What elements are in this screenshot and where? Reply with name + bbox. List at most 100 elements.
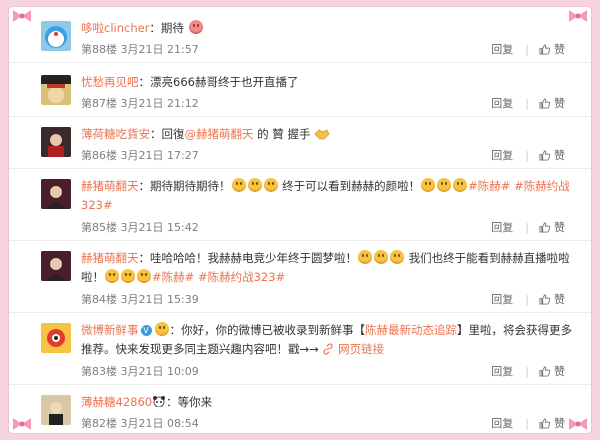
action-divider: |	[525, 416, 529, 430]
avatar[interactable]	[41, 323, 71, 353]
comment-username[interactable]: 薄赫糖42860	[81, 395, 152, 409]
avatar[interactable]	[41, 21, 71, 51]
emoji-icon	[390, 250, 404, 264]
thumbs-up-icon[interactable]	[539, 417, 550, 429]
action-divider: |	[525, 96, 529, 110]
hashtag-link[interactable]: 323#	[81, 198, 113, 212]
emoji-icon	[154, 322, 169, 336]
comment-floor: 第85楼	[81, 221, 117, 234]
avatar[interactable]	[41, 75, 71, 105]
reply-button[interactable]: 回复	[491, 291, 513, 307]
reply-button[interactable]: 回复	[491, 363, 513, 379]
comment-floor: 第84楼	[81, 293, 117, 306]
comment-text: 期待	[160, 21, 184, 35]
emoji-icon	[437, 178, 452, 192]
emoji-icon	[121, 269, 135, 283]
thumbs-up-icon[interactable]	[539, 149, 550, 161]
like-button[interactable]: 赞	[554, 291, 565, 307]
comment-time: 3月21日 15:39	[120, 293, 199, 306]
action-divider: |	[525, 364, 529, 378]
comment-text: 推荐。快来发现更多同主题兴趣内容吧！戳→→	[81, 342, 323, 356]
avatar[interactable]	[41, 251, 71, 281]
comment-time: 3月21日 21:57	[120, 43, 199, 56]
avatar[interactable]	[41, 395, 71, 425]
emoji-icon	[374, 250, 388, 264]
comment-username[interactable]: 忧愁再见吧	[81, 75, 139, 89]
verified-badge-icon: V	[140, 325, 152, 336]
comment-meta: 第83楼 3月21日 10:09	[81, 363, 199, 379]
comment-meta: 第82楼 3月21日 08:54	[81, 415, 199, 431]
action-divider: |	[525, 42, 529, 56]
mention-link[interactable]: @赫猪萌翻天	[185, 127, 254, 141]
reply-button[interactable]: 回复	[491, 147, 513, 163]
reply-button[interactable]: 回复	[491, 415, 513, 431]
comment-text: 哇哈哈哈！我赫赫电竞少年终于圆梦啦！	[150, 251, 357, 265]
emoji-icon	[105, 269, 119, 283]
comment-floor: 第82楼	[81, 417, 117, 430]
comment-separator: ：	[166, 395, 178, 409]
comment-username[interactable]: 赫猪萌翻天	[81, 179, 139, 193]
comment-separator: ：	[138, 75, 151, 89]
like-button[interactable]: 赞	[554, 363, 565, 379]
like-button[interactable]: 赞	[554, 95, 565, 111]
avatar[interactable]	[41, 179, 71, 209]
action-divider: |	[525, 220, 529, 234]
comment-time: 3月21日 15:42	[120, 221, 199, 234]
bow-decoration-icon	[13, 10, 31, 22]
comment-time: 3月21日 21:12	[120, 97, 199, 110]
comment-text: 啦！	[81, 270, 104, 284]
thumbs-up-icon[interactable]	[539, 221, 550, 233]
handshake-icon	[314, 129, 330, 140]
reply-button[interactable]: 回复	[491, 95, 513, 111]
bow-decoration-icon	[569, 418, 587, 430]
thumbs-up-icon[interactable]	[539, 365, 550, 377]
hashtag-link[interactable]: #陈赫约战	[514, 179, 570, 193]
comment-text: 等你来	[177, 395, 213, 409]
like-button[interactable]: 赞	[554, 41, 565, 57]
action-divider: |	[525, 292, 529, 306]
panda-emoji-icon	[153, 396, 166, 407]
comment-text: 期待期待期待！	[150, 179, 231, 193]
emoji-icon	[358, 250, 372, 264]
like-button[interactable]: 赞	[554, 219, 565, 235]
emoji-icon	[231, 178, 246, 192]
web-link-icon	[323, 343, 334, 355]
comment-item: 微博新鲜事 V ：你好，你的微博已被收录到新鲜事【陈赫最新动态追踪】里啦，将会获得更…	[9, 313, 591, 385]
comment-list: 哆啦clincher ： 期待 第88楼 3月21日 21:57 回复 | 赞 忧愁…	[9, 7, 591, 433]
comment-floor: 第86楼	[81, 149, 117, 162]
comment-meta: 第86楼 3月21日 17:27	[81, 147, 199, 163]
emoji-icon	[263, 178, 278, 192]
comment-username[interactable]: 薄荷糖吃貨安	[81, 127, 150, 141]
like-button[interactable]: 赞	[554, 147, 565, 163]
topic-link[interactable]: 陈赫最新动态追踪	[365, 323, 457, 337]
thumbs-up-icon[interactable]	[539, 97, 550, 109]
thumbs-up-icon[interactable]	[539, 293, 550, 305]
thumbs-up-icon[interactable]	[539, 43, 550, 55]
comment-item: 薄赫糖42860 ：等你来 第82楼 3月21日 08:54 回复 | 赞	[9, 385, 591, 433]
emoji-icon	[453, 178, 468, 192]
hashtag-link[interactable]: #陈赫约战323#	[198, 270, 285, 284]
comment-username[interactable]: 赫猪萌翻天	[81, 251, 139, 265]
comment-meta: 第88楼 3月21日 21:57	[81, 41, 199, 57]
comment-text: 漂亮666赫哥终于也开直播了	[150, 75, 299, 89]
comment-item: 赫猪萌翻天：哇哈哈哈！我赫赫电竞少年终于圆梦啦！ 我们也终于能看到赫赫直播啦啦 …	[9, 241, 591, 313]
comment-text: 】里啦，将会获得更多	[457, 323, 572, 337]
emoji-icon	[421, 178, 436, 192]
comment-username[interactable]: 微博新鲜事	[81, 323, 139, 337]
comment-text: 回復	[161, 127, 185, 141]
comment-separator: ：	[138, 251, 151, 265]
avatar[interactable]	[41, 127, 71, 157]
comment-floor: 第88楼	[81, 43, 117, 56]
like-button[interactable]: 赞	[554, 415, 565, 431]
reply-button[interactable]: 回复	[491, 219, 513, 235]
comment-separator: ：	[169, 323, 182, 337]
emoji-icon	[137, 269, 151, 283]
web-link[interactable]: 网页链接	[338, 342, 384, 356]
hashtag-link[interactable]: #陈赫#	[152, 270, 194, 284]
reply-button[interactable]: 回复	[491, 41, 513, 57]
comment-username[interactable]: 哆啦clincher	[81, 21, 149, 35]
bow-decoration-icon	[13, 418, 31, 430]
comment-text: 我们也终于能看到赫赫直播啦啦	[408, 251, 570, 265]
hashtag-link[interactable]: #陈赫#	[468, 179, 510, 193]
comment-item: 薄荷糖吃貨安：回復@赫猪萌翻天 的 贊 握手 第86楼 3月21日 17:27 …	[9, 117, 591, 169]
